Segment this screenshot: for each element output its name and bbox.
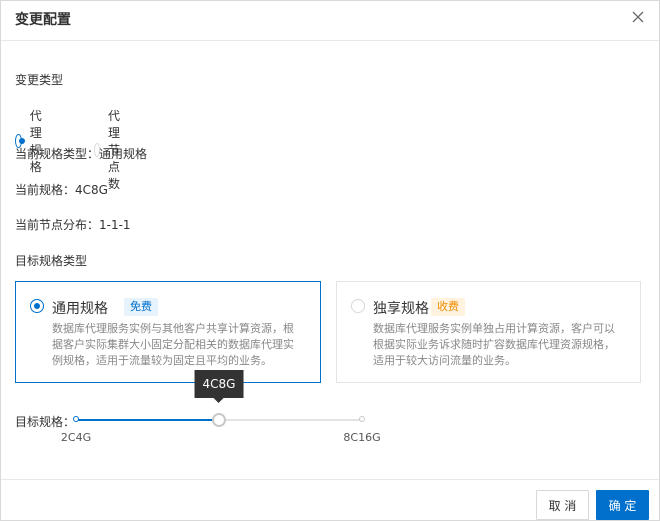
- card-general-spec-title: 通用规格: [52, 301, 108, 317]
- dialog-footer: 取 消 确 定: [1, 479, 659, 521]
- radio-proxy-spec[interactable]: 代理规格: [15, 107, 49, 175]
- current-spec-type: 当前规格类型：通用规格: [15, 147, 148, 161]
- dialog-header: 变更配置: [1, 1, 659, 41]
- target-type-label: 目标规格类型: [15, 254, 88, 268]
- target-spec-slider-handle[interactable]: [212, 413, 226, 427]
- cancel-button[interactable]: 取 消: [536, 490, 589, 520]
- card-dedicated-spec-title: 独享规格: [373, 301, 429, 317]
- free-badge: 免费: [124, 298, 158, 316]
- slider-node-2c4g[interactable]: [73, 416, 79, 422]
- current-spec: 当前规格：4C8G: [15, 183, 108, 197]
- ok-button[interactable]: 确 定: [596, 490, 649, 520]
- target-spec-label: 目标规格：: [15, 415, 76, 429]
- card-dedicated-spec[interactable]: 独享规格 收费 数据库代理服务实例单独占用计算资源，客户可以根据实际业务诉求随时…: [336, 281, 641, 383]
- change-type-label: 变更类型: [15, 73, 64, 87]
- radio-unchecked-icon: [351, 299, 365, 313]
- paid-badge: 收费: [431, 298, 465, 316]
- change-config-dialog: 变更配置 变更类型 代理规格 代理节点数 当前规格类型：通用规格 当前规格：4C…: [0, 0, 660, 521]
- radio-checked-icon: [30, 299, 44, 313]
- tick-label-8c16g: 8C16G: [343, 431, 381, 444]
- card-general-spec-description: 数据库代理服务实例与其他客户共享计算资源，根据客户实际集群大小固定分配相关的数据…: [52, 322, 294, 367]
- tick-label-2c4g: 2C4G: [60, 431, 92, 444]
- target-spec-slider-fill: [76, 419, 219, 421]
- current-node-distribution: 当前节点分布：1-1-1: [15, 218, 131, 232]
- close-icon[interactable]: [631, 10, 645, 24]
- slider-node-8c16g[interactable]: [359, 416, 365, 422]
- card-general-spec[interactable]: 通用规格 免费 数据库代理服务实例与其他客户共享计算资源，根据客户实际集群大小固…: [15, 281, 321, 383]
- card-dedicated-spec-description: 数据库代理服务实例单独占用计算资源，客户可以根据实际业务诉求随时扩容数据库代理资…: [373, 322, 615, 367]
- target-spec-tooltip: 4C8G: [194, 370, 244, 403]
- radio-proxy-spec-label: 代理规格: [29, 109, 42, 174]
- dialog-title: 变更配置: [15, 12, 71, 28]
